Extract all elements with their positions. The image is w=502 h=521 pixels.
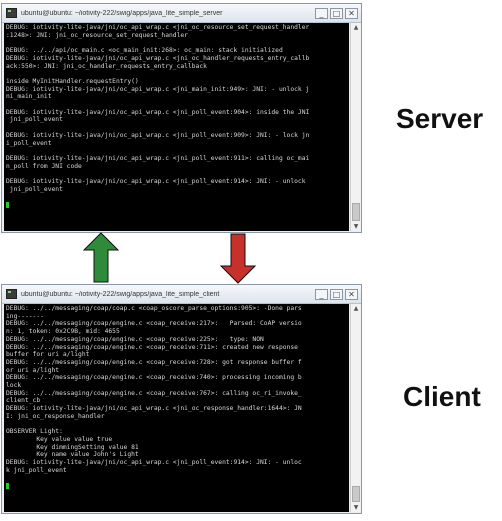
close-button[interactable]: ✕ xyxy=(345,288,358,300)
client-titlebar[interactable]: ubuntu@ubuntu: ~/iotivity-222/swig/apps/… xyxy=(2,285,361,304)
down-arrow-icon xyxy=(219,233,257,284)
server-label: Server xyxy=(396,103,484,134)
client-label: Client xyxy=(403,381,481,412)
terminal-icon xyxy=(6,289,17,299)
server-scrollbar[interactable]: ▲ ▼ xyxy=(350,23,361,231)
client-scrollbar[interactable]: ▲ ▼ xyxy=(350,304,361,512)
scroll-up-arrow-icon[interactable]: ▲ xyxy=(351,23,361,32)
server-scroll-thumb[interactable] xyxy=(352,203,360,221)
client-terminal-window: ubuntu@ubuntu: ~/iotivity-222/swig/apps/… xyxy=(1,284,362,514)
terminal-cursor xyxy=(6,483,9,490)
scroll-down-arrow-icon[interactable]: ▼ xyxy=(351,222,361,231)
minimize-button[interactable]: _ xyxy=(315,7,328,19)
close-button[interactable]: ✕ xyxy=(345,7,358,19)
scroll-up-arrow-icon[interactable]: ▲ xyxy=(351,304,361,313)
terminal-icon xyxy=(6,8,17,18)
client-log-text: DEBUG: ../../messaging/coap/coap.c <coap… xyxy=(6,305,302,474)
client-scroll-thumb[interactable] xyxy=(352,486,360,502)
maximize-button[interactable]: □ xyxy=(330,7,343,19)
server-log-text: DEBUG: iotivity-lite-java/jni/oc_api_wra… xyxy=(6,24,310,193)
scroll-down-arrow-icon[interactable]: ▼ xyxy=(351,503,361,512)
server-terminal-window: ubuntu@ubuntu: ~/iotivity-222/swig/apps/… xyxy=(1,3,362,233)
client-terminal-output[interactable]: DEBUG: ../../messaging/coap/coap.c <coap… xyxy=(4,304,349,512)
up-arrow-icon xyxy=(82,232,120,283)
client-window-title: ubuntu@ubuntu: ~/iotivity-222/swig/apps/… xyxy=(21,290,220,298)
server-titlebar[interactable]: ubuntu@ubuntu: ~/iotivity-222/swig/apps/… xyxy=(2,4,361,23)
minimize-button[interactable]: _ xyxy=(315,288,328,300)
maximize-button[interactable]: □ xyxy=(330,288,343,300)
server-terminal-output[interactable]: DEBUG: iotivity-lite-java/jni/oc_api_wra… xyxy=(4,23,349,231)
terminal-cursor xyxy=(6,202,9,209)
server-window-title: ubuntu@ubuntu: ~/iotivity-222/swig/apps/… xyxy=(21,9,223,17)
